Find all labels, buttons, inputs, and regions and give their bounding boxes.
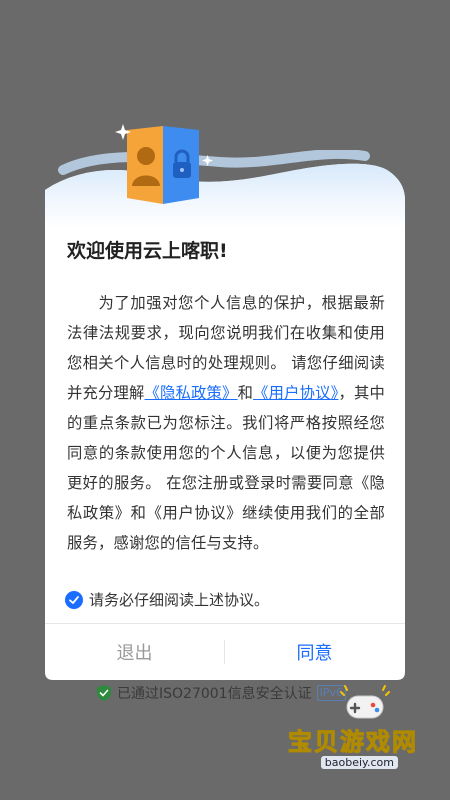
watermark-title: 宝贝游戏网 [288,728,418,757]
privacy-policy-link[interactable]: 《隐私政策》 [145,384,238,402]
watermark: 宝贝游戏网 baobeiy.com [288,684,440,784]
shield-check-icon [97,685,111,701]
message-text-2: ，其中的重点条款已为您标注。我们将严格按照经您同意的条款使用您的个人信息，以便为… [67,384,385,552]
sparkle-icon [202,155,213,166]
certification-text: 已通过ISO27001信息安全认证 [117,686,312,702]
agree-checkbox[interactable]: 请务必仔细阅读上述协议。 [65,589,269,610]
privacy-dialog: 欢迎使用云上喀职! 为了加强对您个人信息的保护，根据最新法律法规要求，现向您说明… [45,124,405,680]
agree-button[interactable]: 同意 [225,624,404,680]
message-and: 和 [237,384,254,402]
screen: 欢迎使用云上喀职! 为了加强对您个人信息的保护，根据最新法律法规要求，现向您说明… [0,0,450,800]
person-card-icon [115,124,213,204]
gamepad-icon [340,685,390,719]
dialog-message: 为了加强对您个人信息的保护，根据最新法律法规要求，现向您说明我们在收集和使用您相… [67,288,385,558]
exit-button[interactable]: 退出 [45,624,224,680]
dialog-title: 欢迎使用云上喀职! [67,240,228,262]
watermark-url: baobeiy.com [320,756,398,769]
agree-checkbox-label: 请务必仔细阅读上述协议。 [89,591,270,609]
check-icon [65,590,83,609]
user-agreement-link[interactable]: 《用户协议》 [253,384,338,402]
